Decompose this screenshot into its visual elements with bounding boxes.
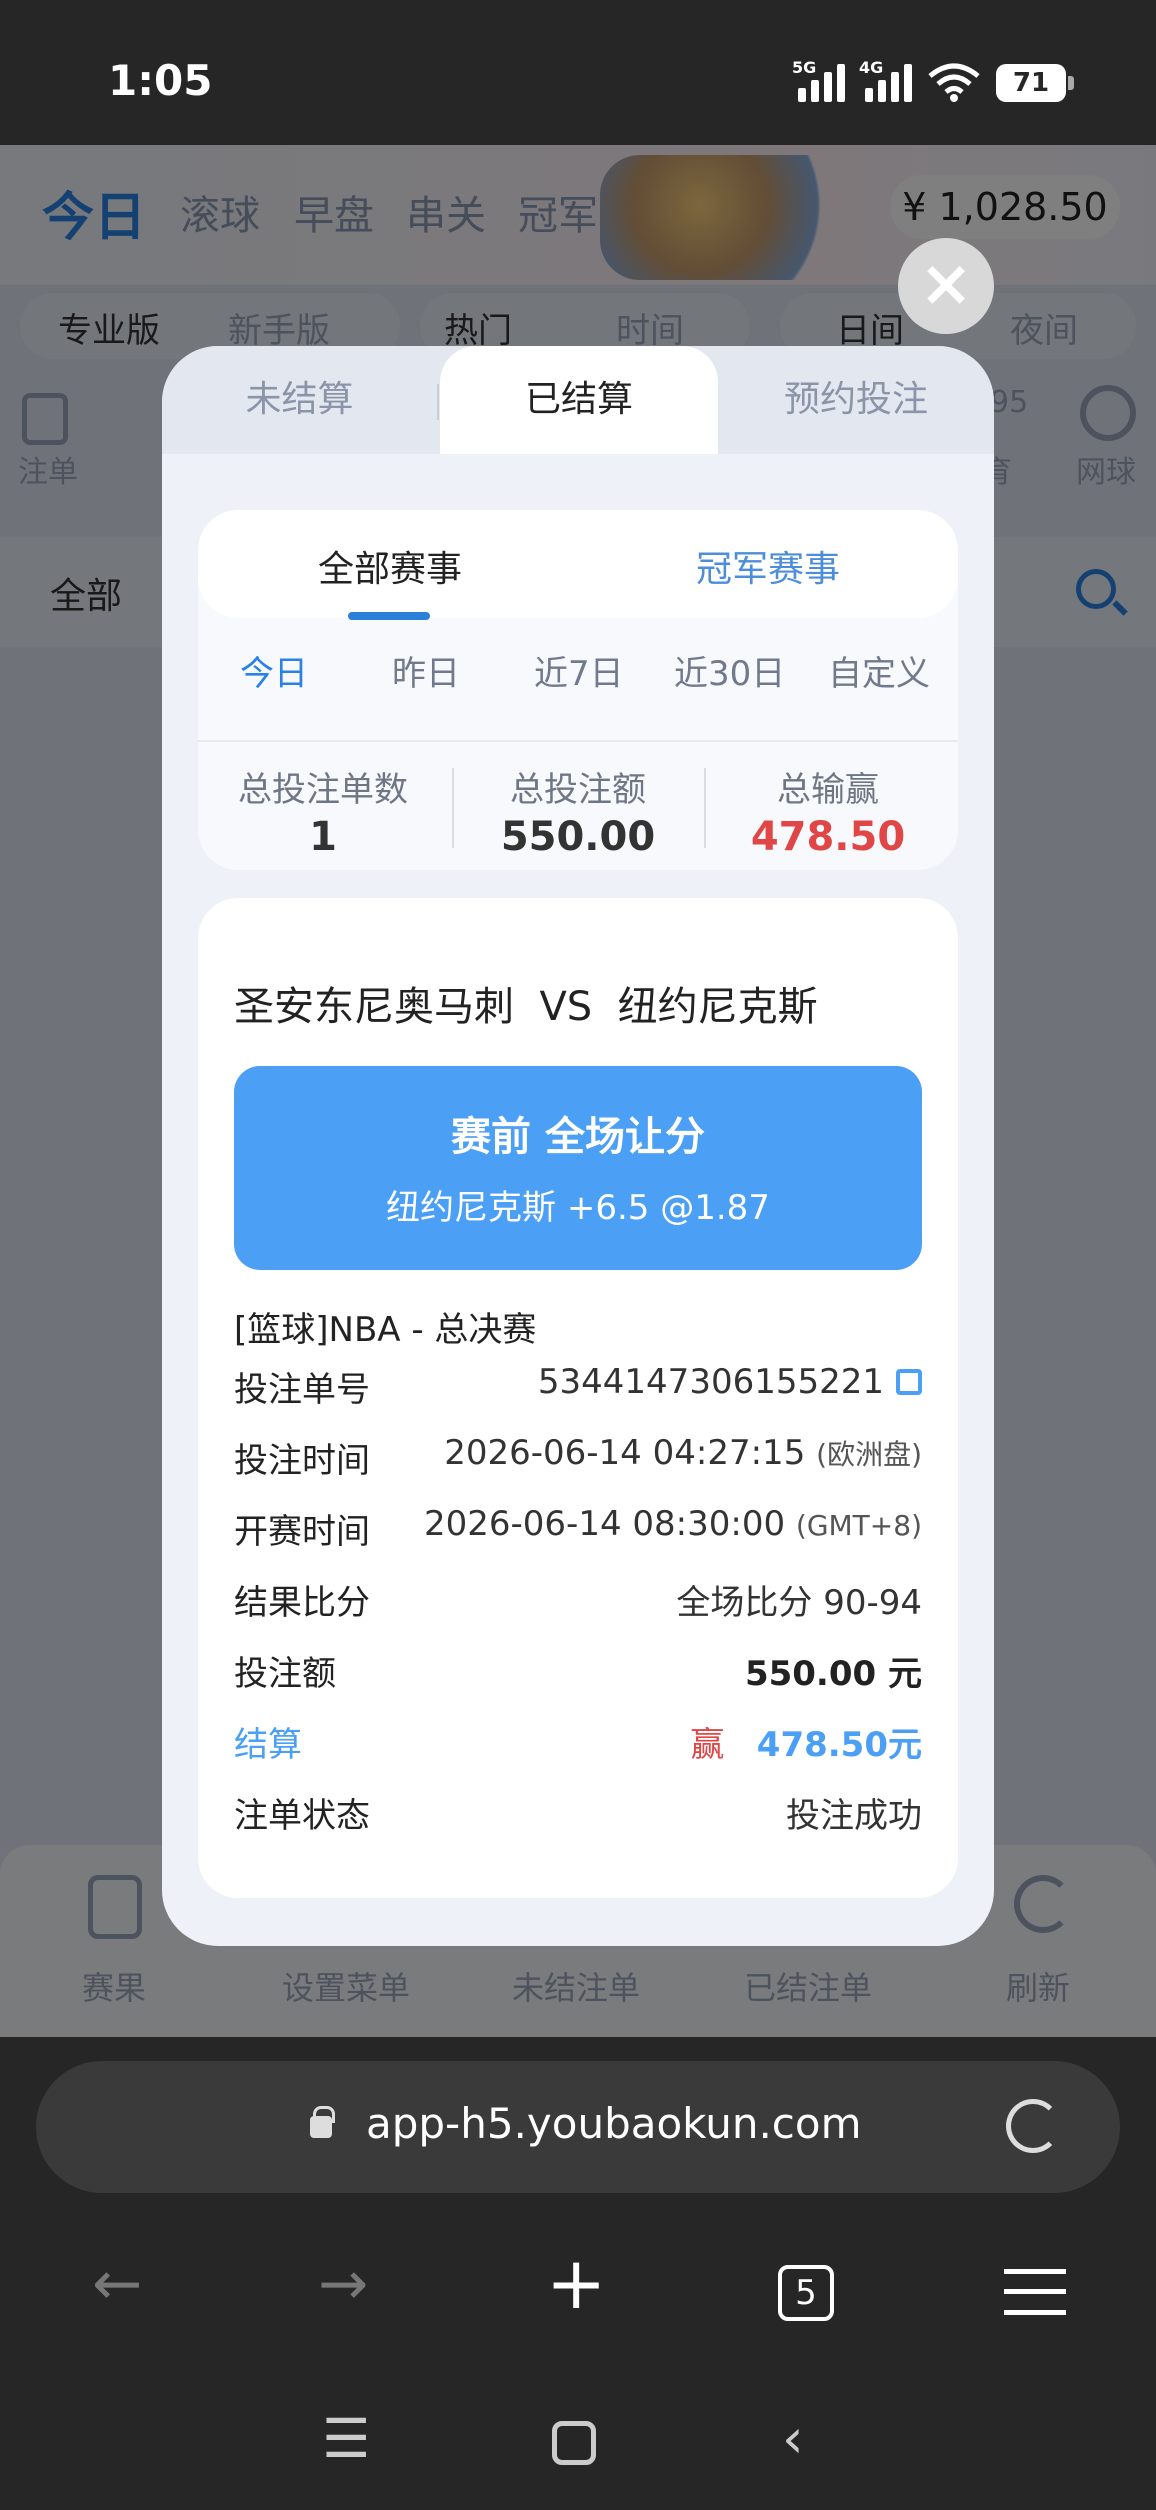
league-label: [篮球]NBA - 总决赛: [234, 1310, 537, 1350]
home-team: 圣安东尼奥马刺: [234, 984, 514, 1030]
result-row: 结果比分 全场比分 90-94: [234, 1575, 922, 1625]
signal-4g-icon: 4G: [859, 58, 912, 102]
total-winloss-label: 总输赢: [777, 770, 879, 810]
summary-card: 全部赛事 冠军赛事 今日 昨日 近7日 近30日 自定义 总投注单数 1 总投注…: [198, 510, 958, 870]
battery-icon: 71: [996, 64, 1074, 102]
stake-amount: 550.00 元: [744, 1654, 922, 1694]
match-title: 圣安东尼奥马刺 VS 纽约尼克斯: [234, 974, 818, 1032]
browser-chrome: app-h5.youbaokun.com ← → + 5 ☰ ‹: [0, 2037, 1156, 2510]
address-bar[interactable]: app-h5.youbaokun.com: [36, 2061, 1120, 2193]
odds-format-note: (欧洲盘): [816, 1438, 922, 1471]
bet-time-row: 投注时间 2026-06-14 04:27:15 (欧洲盘): [234, 1433, 922, 1481]
bet-time: 2026-06-14 04:27:15: [444, 1433, 806, 1473]
copy-icon[interactable]: [896, 1369, 922, 1395]
menu-icon[interactable]: [1004, 2269, 1066, 2315]
tab-reserved[interactable]: 预约投注: [718, 346, 994, 454]
signal-5g-icon: 5G: [792, 58, 845, 102]
wifi-icon: [928, 63, 980, 102]
away-team: 纽约尼克斯: [617, 984, 818, 1030]
bet-records-modal: 未结算 已结算 预约投注 全部赛事 冠军赛事 今日 昨日 近7日 近30日 自定…: [162, 346, 994, 1946]
range-7days[interactable]: 近7日: [534, 646, 624, 695]
start-time-row: 开赛时间 2026-06-14 08:30:00 (GMT+8): [234, 1504, 922, 1552]
bet-status: 投注成功: [786, 1796, 922, 1836]
bet-detail-card: 圣安东尼奥马刺 VS 纽约尼克斯 赛前 全场让分 纽约尼克斯 +6.5 @1.8…: [198, 898, 958, 1898]
range-30days[interactable]: 近30日: [674, 646, 785, 695]
tab-unsettled[interactable]: 未结算: [162, 346, 437, 454]
total-count-label: 总投注单数: [238, 770, 408, 810]
record-tabs: 未结算 已结算 预约投注: [162, 346, 994, 454]
settlement-row: 结算 赢 478.50元: [234, 1725, 922, 1765]
selection-odds: 纽约尼克斯 +6.5 @1.87: [386, 1188, 770, 1228]
new-tab-plus-icon[interactable]: +: [546, 2241, 606, 2325]
range-today[interactable]: 今日: [240, 646, 308, 695]
total-amount-value: 550.00: [500, 814, 656, 860]
timezone-note: (GMT+8): [795, 1509, 922, 1542]
tab-count-icon[interactable]: 5: [778, 2265, 834, 2321]
total-count-value: 1: [309, 814, 337, 860]
stake-row: 投注额 550.00 元: [234, 1646, 922, 1696]
clock: 1:05: [108, 56, 213, 105]
forward-arrow-icon[interactable]: →: [318, 2249, 368, 2319]
win-tag: 赢: [690, 1725, 725, 1765]
close-button[interactable]: ×: [898, 238, 994, 334]
status-bar: 1:05 5G 4G 71: [0, 0, 1156, 145]
lock-icon: [310, 2106, 335, 2138]
range-custom[interactable]: 自定义: [828, 646, 930, 695]
reload-icon[interactable]: [1006, 2099, 1060, 2153]
active-tab-indicator: [348, 612, 430, 620]
url-text[interactable]: app-h5.youbaokun.com: [366, 2099, 862, 2148]
order-number: 5344147306155221: [537, 1362, 884, 1402]
tab-settled[interactable]: 已结算: [440, 346, 718, 454]
market-name: 赛前 全场让分: [451, 1114, 705, 1160]
order-no-row: 投注单号 5344147306155221: [234, 1362, 922, 1412]
total-winloss-value: 478.50: [750, 814, 906, 860]
recent-apps-icon[interactable]: ☰: [322, 2407, 370, 2470]
back-arrow-icon[interactable]: ←: [92, 2249, 142, 2319]
tab-champion-events[interactable]: 冠军赛事: [696, 540, 840, 592]
bet-selection-box: 赛前 全场让分 纽约尼克斯 +6.5 @1.87: [234, 1066, 922, 1270]
result-score: 全场比分 90-94: [676, 1583, 922, 1623]
status-row: 注单状态 投注成功: [234, 1788, 922, 1838]
vs-label: VS: [539, 984, 593, 1030]
start-time: 2026-06-14 08:30:00: [423, 1504, 786, 1544]
status-icons: 5G 4G 71: [792, 56, 1074, 102]
range-yesterday[interactable]: 昨日: [392, 646, 460, 695]
total-amount-label: 总投注额: [510, 770, 646, 810]
settlement-amount: 478.50元: [756, 1725, 922, 1765]
tab-all-events[interactable]: 全部赛事: [318, 540, 462, 592]
home-icon[interactable]: [552, 2421, 596, 2465]
system-back-icon[interactable]: ‹: [782, 2407, 804, 2470]
